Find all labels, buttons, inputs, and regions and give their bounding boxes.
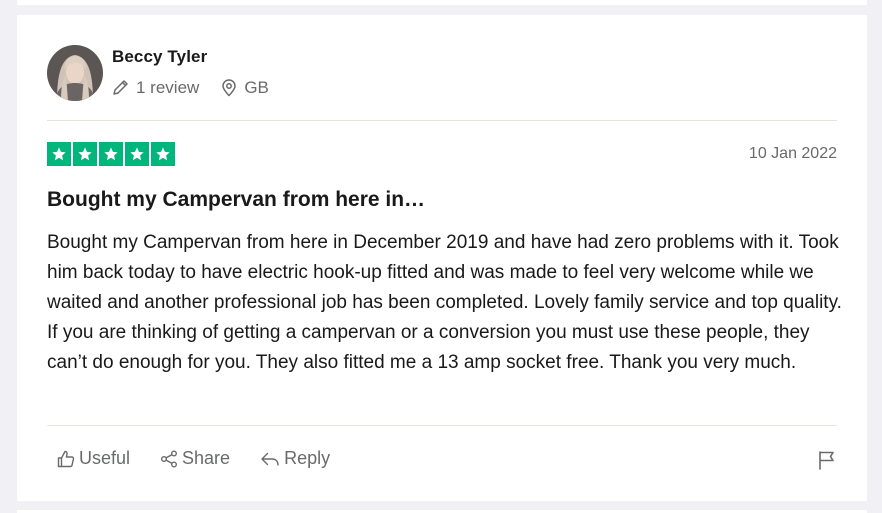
share-label: Share xyxy=(182,448,231,468)
reviewer-name[interactable]: Beccy Tyler xyxy=(112,47,291,67)
avatar-photo xyxy=(47,45,103,101)
header-divider xyxy=(47,120,837,121)
reviewer-header: Beccy Tyler 1 review GB xyxy=(47,45,291,101)
share-icon xyxy=(161,450,178,467)
report-review-button[interactable] xyxy=(817,450,837,475)
flag-icon xyxy=(819,451,834,470)
review-card: Beccy Tyler 1 review GB 10 Jan 2022 Boug… xyxy=(17,15,867,501)
footer-divider xyxy=(47,425,837,426)
useful-label: Useful xyxy=(79,448,131,468)
useful-button[interactable]: Useful xyxy=(57,448,130,469)
review-actions: Useful Share Reply xyxy=(57,448,360,469)
reply-button[interactable]: Reply xyxy=(260,448,330,469)
star-icon xyxy=(47,142,71,166)
reviewer-country: GB xyxy=(221,78,269,98)
review-body: Bought my Campervan from here in Decembe… xyxy=(47,232,842,373)
share-button[interactable]: Share xyxy=(160,448,230,469)
previous-review-card-edge xyxy=(17,0,867,5)
star-icon xyxy=(125,142,149,166)
star-icon xyxy=(99,142,123,166)
location-pin-icon xyxy=(222,78,237,96)
reply-label: Reply xyxy=(284,448,331,468)
reply-arrow-icon xyxy=(261,452,279,466)
thumbs-up-icon xyxy=(57,450,75,467)
review-title[interactable]: Bought my Campervan from here in… xyxy=(47,188,425,212)
pencil-icon xyxy=(113,80,128,95)
reviewer-avatar[interactable] xyxy=(47,45,103,101)
star-rating xyxy=(47,142,177,166)
country-label: GB xyxy=(244,77,269,97)
star-icon xyxy=(73,142,97,166)
review-count: 1 review xyxy=(112,78,199,98)
reviewer-meta: 1 review GB xyxy=(112,78,291,98)
reviewer-info: Beccy Tyler 1 review GB xyxy=(112,47,291,98)
review-count-label: 1 review xyxy=(136,77,200,97)
review-date: 10 Jan 2022 xyxy=(748,145,837,162)
star-icon xyxy=(151,142,175,166)
